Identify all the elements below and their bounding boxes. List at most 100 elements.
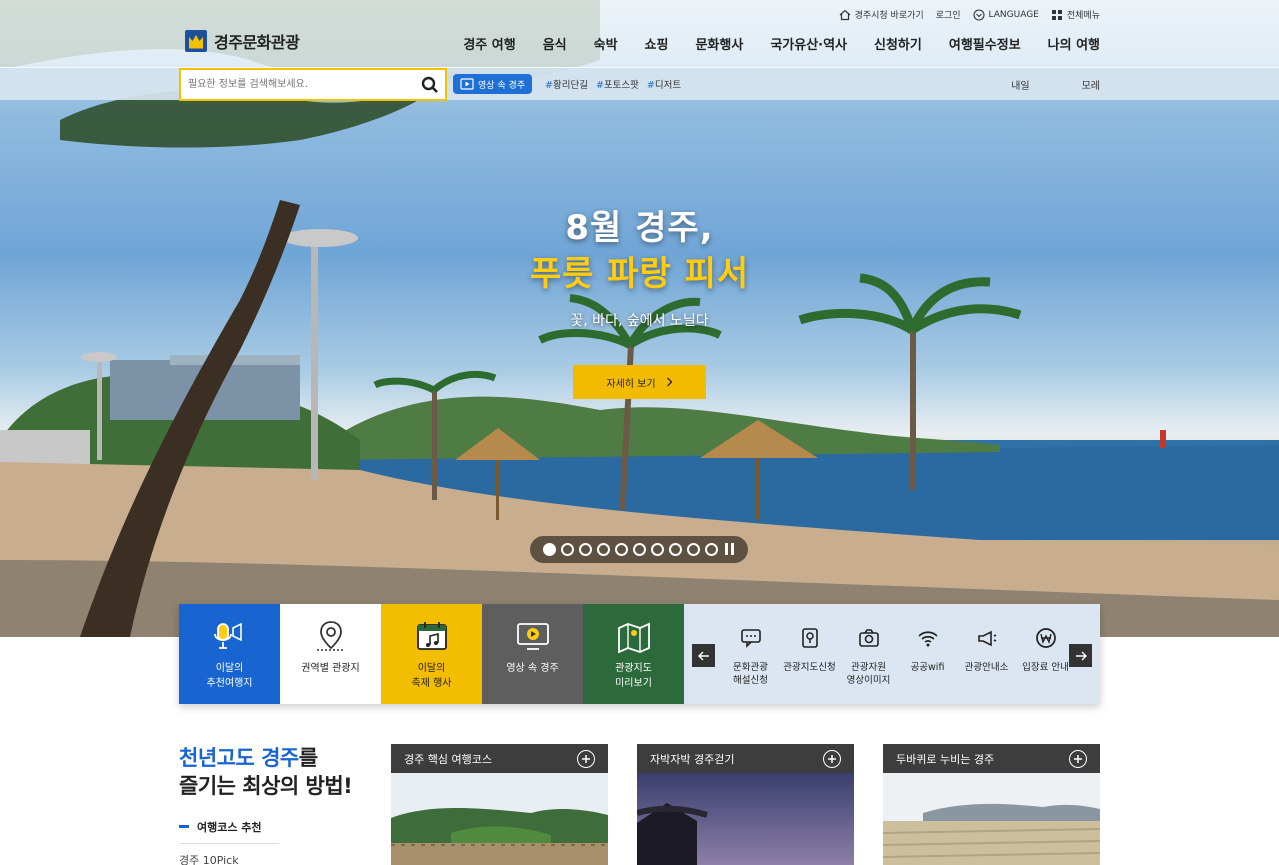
card-header: 자박자박 경주걷기 xyxy=(637,744,854,773)
card-image xyxy=(883,773,1100,865)
slide-dot[interactable] xyxy=(705,543,718,556)
hashtag-item[interactable]: #포토스팟 xyxy=(596,77,639,91)
quick-tile-recommend[interactable]: 이달의 추천여행지 xyxy=(179,604,280,704)
hashtag-item[interactable]: #황리단길 xyxy=(545,77,588,91)
slide-dot[interactable] xyxy=(543,543,556,556)
quick-tile-label: 권역별 관광지 xyxy=(301,663,360,674)
nav-item-lodging[interactable]: 숙박 xyxy=(594,34,618,53)
chevron-right-icon xyxy=(666,377,673,387)
site-logo[interactable]: 경주문화관광 xyxy=(184,29,300,53)
plus-icon[interactable] xyxy=(823,749,841,768)
nav-item-apply[interactable]: 신청하기 xyxy=(874,34,922,53)
weather-tab-day-after[interactable]: 모레 xyxy=(1082,77,1100,92)
plus-icon[interactable] xyxy=(577,749,595,768)
nav-item-events[interactable]: 문화행사 xyxy=(695,34,743,53)
video-icon xyxy=(460,78,474,90)
service-label: 입장료 안내 xyxy=(1022,662,1069,673)
hero-title-line2: 푸릇 파랑 피서 xyxy=(529,253,750,294)
card-image xyxy=(637,773,854,865)
hashtag-item[interactable]: #디저트 xyxy=(647,77,681,91)
slide-dot[interactable] xyxy=(597,543,610,556)
language-select[interactable]: LANGUAGE xyxy=(972,8,1039,21)
quick-tile-festival[interactable]: 이달의 축제 행사 xyxy=(381,604,482,704)
quick-tile-video[interactable]: 영상 속 경주 xyxy=(482,604,583,704)
course-card[interactable]: 자박자박 경주걷기 xyxy=(637,744,854,865)
slider-next-button[interactable] xyxy=(1069,644,1092,667)
service-item-info-center[interactable]: 관광안내소 xyxy=(957,626,1016,688)
intro-title-suffix: 를 xyxy=(298,746,318,770)
service-label: 문화관광 해설신청 xyxy=(733,662,768,686)
service-label: 공공wifi xyxy=(910,662,945,673)
calendar-music-icon xyxy=(416,622,447,650)
course-card[interactable]: 두바퀴로 누비는 경주 xyxy=(883,744,1100,865)
course-card[interactable]: 경주 핵심 여행코스 xyxy=(391,744,608,865)
service-item-map-request[interactable]: 관광지도신청 xyxy=(780,626,839,688)
language-label: LANGUAGE xyxy=(988,9,1039,20)
header-search-bar: 영상 속 경주 #황리단길 #포토스팟 #디저트 내일 모레 xyxy=(0,67,1279,101)
course-item[interactable]: 경주 10Pick xyxy=(179,852,279,865)
hashtag-text: 황리단길 xyxy=(552,80,588,91)
won-coin-icon xyxy=(1035,628,1056,648)
course-heading: 여행코스 추천 xyxy=(179,819,279,844)
speech-bubble-icon xyxy=(740,629,761,648)
crown-logo-icon xyxy=(185,30,207,52)
nav-item-food[interactable]: 음식 xyxy=(543,34,567,53)
card-title: 자박자박 경주걷기 xyxy=(650,752,735,766)
city-hall-link-label: 경주시청 바로가기 xyxy=(854,11,924,21)
video-gyeongju-tag[interactable]: 영상 속 경주 xyxy=(453,74,533,94)
full-menu-button[interactable]: 전체메뉴 xyxy=(1051,8,1100,21)
slide-dot[interactable] xyxy=(651,543,664,556)
quick-tile-region[interactable]: 권역별 관광지 xyxy=(280,604,381,704)
hero-detail-label: 자세히 보기 xyxy=(606,378,656,390)
service-item-admission[interactable]: 입장료 안내 xyxy=(1016,626,1075,688)
hero-detail-button[interactable]: 자세히 보기 xyxy=(573,365,706,399)
weather-tabs: 내일 모레 xyxy=(1011,77,1100,92)
nav-item-heritage[interactable]: 국가유산·역사 xyxy=(770,34,847,53)
nav-item-shopping[interactable]: 쇼핑 xyxy=(645,34,669,53)
slide-pager xyxy=(530,536,748,563)
quick-tile-tour-map[interactable]: 관광지도 미리보기 xyxy=(583,604,684,704)
card-header: 두바퀴로 누비는 경주 xyxy=(883,744,1100,773)
service-label: 관광지도신청 xyxy=(783,662,836,673)
weather-tab-tomorrow[interactable]: 내일 xyxy=(1011,77,1029,92)
login-link[interactable]: 로그인 xyxy=(936,8,961,21)
microphone-icon xyxy=(213,622,242,649)
slide-dot[interactable] xyxy=(687,543,700,556)
hashtag-list: #황리단길 #포토스팟 #디저트 xyxy=(545,77,681,91)
heading-bar xyxy=(179,825,189,829)
nav-item-my-travel[interactable]: 나의 여행 xyxy=(1048,34,1100,53)
service-item-guide[interactable]: 문화관광 해설신청 xyxy=(721,626,780,688)
service-slider: 문화관광 해설신청 관광지도신청 관광자원 영상이미지 공공wifi 관광안내소… xyxy=(684,604,1100,704)
wifi-icon xyxy=(917,631,938,647)
slide-dot[interactable] xyxy=(615,543,628,556)
slide-dot[interactable] xyxy=(561,543,574,556)
city-hall-link[interactable]: 경주시청 바로가기 xyxy=(839,8,924,21)
language-icon xyxy=(972,8,985,21)
plus-icon[interactable] xyxy=(1069,749,1087,768)
service-item-wifi[interactable]: 공공wifi xyxy=(898,626,957,688)
intro-block: 천년고도 경주를 즐기는 최상의 방법! 여행코스 추천 경주 10Pick xyxy=(179,744,353,865)
intro-title-line2: 즐기는 최상의 방법! xyxy=(179,774,353,799)
quick-tile-label: 이달의 축제 행사 xyxy=(411,663,452,689)
nav-item-travel[interactable]: 경주 여행 xyxy=(463,34,515,53)
search-button[interactable] xyxy=(415,70,445,99)
hero-title-line1: 8월 경주, xyxy=(565,208,714,248)
quick-tile-label: 관광지도 미리보기 xyxy=(615,663,652,689)
service-item-media[interactable]: 관광자원 영상이미지 xyxy=(839,626,898,688)
service-label: 관광안내소 xyxy=(964,662,1009,673)
video-screen-icon xyxy=(516,623,549,650)
intro-title-highlight: 천년고도 경주 xyxy=(179,746,299,770)
intro-title: 천년고도 경주를 즐기는 최상의 방법! xyxy=(179,744,353,801)
grid-menu-icon xyxy=(1051,9,1062,20)
quick-menu: 이달의 추천여행지 권역별 관광지 이달의 축제 행사 영상 속 경주 관광지도… xyxy=(179,604,1100,704)
hero-subtitle: 꽃, 바다, 숲에서 노닐다 xyxy=(570,313,709,330)
slide-dot[interactable] xyxy=(669,543,682,556)
pause-icon[interactable] xyxy=(723,543,735,556)
slide-dot[interactable] xyxy=(579,543,592,556)
slide-dot[interactable] xyxy=(633,543,646,556)
course-heading-text: 여행코스 추천 xyxy=(197,820,262,834)
slider-prev-button[interactable] xyxy=(692,644,715,667)
nav-item-travel-info[interactable]: 여행필수정보 xyxy=(949,34,1021,53)
service-list: 문화관광 해설신청 관광지도신청 관광자원 영상이미지 공공wifi 관광안내소… xyxy=(721,626,1075,688)
search-input[interactable] xyxy=(181,70,415,99)
